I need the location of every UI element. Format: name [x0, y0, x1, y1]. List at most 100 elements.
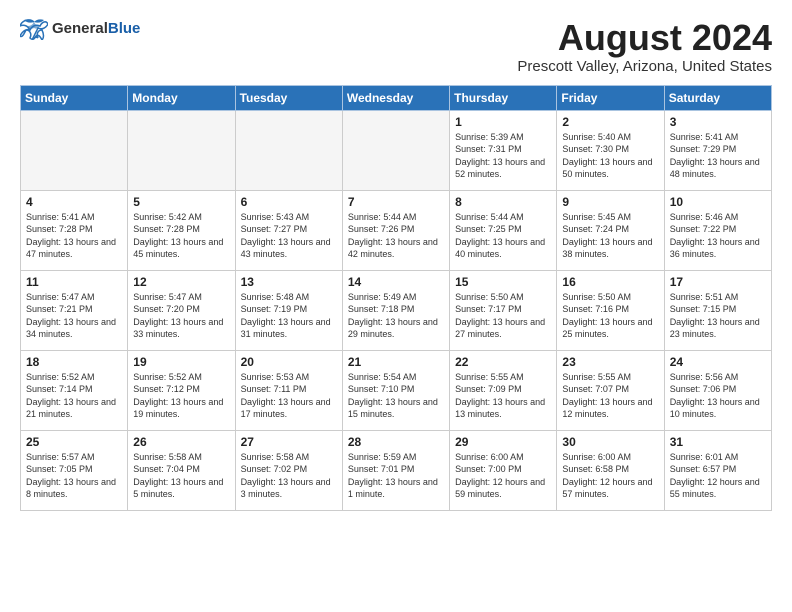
day-number: 14 [348, 275, 444, 289]
cell-sun-info: Sunrise: 5:47 AMSunset: 7:21 PMDaylight:… [26, 291, 122, 341]
cell-sun-info: Sunrise: 5:42 AMSunset: 7:28 PMDaylight:… [133, 211, 229, 261]
calendar-cell: 29 Sunrise: 6:00 AMSunset: 7:00 PMDayligh… [450, 430, 557, 510]
cell-sun-info: Sunrise: 5:40 AMSunset: 7:30 PMDaylight:… [562, 131, 658, 181]
calendar-cell: 11 Sunrise: 5:47 AMSunset: 7:21 PMDayligh… [21, 270, 128, 350]
day-number: 4 [26, 195, 122, 209]
day-number: 15 [455, 275, 551, 289]
calendar-cell: 8 Sunrise: 5:44 AMSunset: 7:25 PMDaylight… [450, 190, 557, 270]
logo-text: GeneralBlue [52, 20, 140, 38]
calendar-cell [21, 110, 128, 190]
calendar-cell: 27 Sunrise: 5:58 AMSunset: 7:02 PMDayligh… [235, 430, 342, 510]
cell-sun-info: Sunrise: 6:00 AMSunset: 7:00 PMDaylight:… [455, 451, 551, 501]
calendar-cell: 19 Sunrise: 5:52 AMSunset: 7:12 PMDayligh… [128, 350, 235, 430]
cell-sun-info: Sunrise: 5:48 AMSunset: 7:19 PMDaylight:… [241, 291, 337, 341]
logo-general-text: General [52, 20, 108, 37]
col-tuesday: Tuesday [235, 85, 342, 110]
col-thursday: Thursday [450, 85, 557, 110]
calendar-cell: 15 Sunrise: 5:50 AMSunset: 7:17 PMDayligh… [450, 270, 557, 350]
cell-sun-info: Sunrise: 5:45 AMSunset: 7:24 PMDaylight:… [562, 211, 658, 261]
col-sunday: Sunday [21, 85, 128, 110]
calendar-cell: 25 Sunrise: 5:57 AMSunset: 7:05 PMDayligh… [21, 430, 128, 510]
logo-blue-text: Blue [108, 20, 141, 37]
calendar-cell: 26 Sunrise: 5:58 AMSunset: 7:04 PMDayligh… [128, 430, 235, 510]
calendar-header-row: Sunday Monday Tuesday Wednesday Thursday… [21, 85, 772, 110]
calendar-cell: 24Sunrise: 5:56 AMSunset: 7:06 PMDayligh… [664, 350, 771, 430]
cell-sun-info: Sunrise: 6:00 AMSunset: 6:58 PMDaylight:… [562, 451, 658, 501]
calendar-cell [342, 110, 449, 190]
calendar-cell: 20Sunrise: 5:53 AMSunset: 7:11 PMDayligh… [235, 350, 342, 430]
calendar-cell: 9 Sunrise: 5:45 AMSunset: 7:24 PMDaylight… [557, 190, 664, 270]
cell-sun-info: Sunrise: 5:58 AMSunset: 7:02 PMDaylight:… [241, 451, 337, 501]
day-number: 24 [670, 355, 766, 369]
cell-sun-info: Sunrise: 5:44 AMSunset: 7:25 PMDaylight:… [455, 211, 551, 261]
col-monday: Monday [128, 85, 235, 110]
col-wednesday: Wednesday [342, 85, 449, 110]
day-number: 13 [241, 275, 337, 289]
cell-sun-info: Sunrise: 5:41 AMSunset: 7:29 PMDaylight:… [670, 131, 766, 181]
cell-sun-info: Sunrise: 5:51 AMSunset: 7:15 PMDaylight:… [670, 291, 766, 341]
day-number: 17 [670, 275, 766, 289]
calendar-week-row: 18 Sunrise: 5:52 AMSunset: 7:14 PMDayligh… [21, 350, 772, 430]
calendar-cell: 2 Sunrise: 5:40 AMSunset: 7:30 PMDaylight… [557, 110, 664, 190]
day-number: 20 [241, 355, 337, 369]
cell-sun-info: Sunrise: 5:58 AMSunset: 7:04 PMDaylight:… [133, 451, 229, 501]
calendar-cell: 17 Sunrise: 5:51 AMSunset: 7:15 PMDayligh… [664, 270, 771, 350]
cell-sun-info: Sunrise: 5:44 AMSunset: 7:26 PMDaylight:… [348, 211, 444, 261]
day-number: 28 [348, 435, 444, 449]
title-block: August 2024 Prescott Valley, Arizona, Un… [517, 18, 772, 75]
cell-sun-info: Sunrise: 5:55 AMSunset: 7:07 PMDaylight:… [562, 371, 658, 421]
day-number: 5 [133, 195, 229, 209]
cell-sun-info: Sunrise: 5:59 AMSunset: 7:01 PMDaylight:… [348, 451, 444, 501]
day-number: 10 [670, 195, 766, 209]
day-number: 8 [455, 195, 551, 209]
calendar-cell: 14 Sunrise: 5:49 AMSunset: 7:18 PMDayligh… [342, 270, 449, 350]
cell-sun-info: Sunrise: 5:49 AMSunset: 7:18 PMDaylight:… [348, 291, 444, 341]
calendar-cell: 31 Sunrise: 6:01 AMSunset: 6:57 PMDayligh… [664, 430, 771, 510]
cell-sun-info: Sunrise: 5:52 AMSunset: 7:12 PMDaylight:… [133, 371, 229, 421]
calendar-table: Sunday Monday Tuesday Wednesday Thursday… [20, 85, 772, 511]
day-number: 2 [562, 115, 658, 129]
day-number: 26 [133, 435, 229, 449]
header: GeneralBlue August 2024 Prescott Valley,… [20, 18, 772, 75]
cell-sun-info: Sunrise: 5:39 AMSunset: 7:31 PMDaylight:… [455, 131, 551, 181]
cell-sun-info: Sunrise: 6:01 AMSunset: 6:57 PMDaylight:… [670, 451, 766, 501]
day-number: 7 [348, 195, 444, 209]
day-number: 9 [562, 195, 658, 209]
day-number: 21 [348, 355, 444, 369]
day-number: 1 [455, 115, 551, 129]
day-number: 16 [562, 275, 658, 289]
day-number: 29 [455, 435, 551, 449]
calendar-cell: 4Sunrise: 5:41 AMSunset: 7:28 PMDaylight… [21, 190, 128, 270]
calendar-cell: 10Sunrise: 5:46 AMSunset: 7:22 PMDayligh… [664, 190, 771, 270]
calendar-week-row: 4Sunrise: 5:41 AMSunset: 7:28 PMDaylight… [21, 190, 772, 270]
day-number: 23 [562, 355, 658, 369]
calendar-cell: 22Sunrise: 5:55 AMSunset: 7:09 PMDayligh… [450, 350, 557, 430]
calendar-cell: 16 Sunrise: 5:50 AMSunset: 7:16 PMDayligh… [557, 270, 664, 350]
day-number: 11 [26, 275, 122, 289]
location: Prescott Valley, Arizona, United States [517, 58, 772, 75]
calendar-cell [235, 110, 342, 190]
cell-sun-info: Sunrise: 5:50 AMSunset: 7:16 PMDaylight:… [562, 291, 658, 341]
day-number: 19 [133, 355, 229, 369]
cell-sun-info: Sunrise: 5:50 AMSunset: 7:17 PMDaylight:… [455, 291, 551, 341]
logo-bird-icon [20, 18, 48, 40]
calendar-cell: 18 Sunrise: 5:52 AMSunset: 7:14 PMDayligh… [21, 350, 128, 430]
calendar-week-row: 11 Sunrise: 5:47 AMSunset: 7:21 PMDayligh… [21, 270, 772, 350]
calendar-cell: 30 Sunrise: 6:00 AMSunset: 6:58 PMDayligh… [557, 430, 664, 510]
calendar-cell: 1 Sunrise: 5:39 AMSunset: 7:31 PMDaylight… [450, 110, 557, 190]
calendar-cell: 7 Sunrise: 5:44 AMSunset: 7:26 PMDaylight… [342, 190, 449, 270]
calendar-cell: 5 Sunrise: 5:42 AMSunset: 7:28 PMDaylight… [128, 190, 235, 270]
page: GeneralBlue August 2024 Prescott Valley,… [0, 0, 792, 612]
calendar-cell: 21Sunrise: 5:54 AMSunset: 7:10 PMDayligh… [342, 350, 449, 430]
cell-sun-info: Sunrise: 5:52 AMSunset: 7:14 PMDaylight:… [26, 371, 122, 421]
calendar-week-row: 25 Sunrise: 5:57 AMSunset: 7:05 PMDayligh… [21, 430, 772, 510]
day-number: 31 [670, 435, 766, 449]
day-number: 18 [26, 355, 122, 369]
day-number: 30 [562, 435, 658, 449]
day-number: 25 [26, 435, 122, 449]
day-number: 27 [241, 435, 337, 449]
calendar-cell: 12Sunrise: 5:47 AMSunset: 7:20 PMDayligh… [128, 270, 235, 350]
col-friday: Friday [557, 85, 664, 110]
cell-sun-info: Sunrise: 5:57 AMSunset: 7:05 PMDaylight:… [26, 451, 122, 501]
calendar-cell: 23 Sunrise: 5:55 AMSunset: 7:07 PMDayligh… [557, 350, 664, 430]
